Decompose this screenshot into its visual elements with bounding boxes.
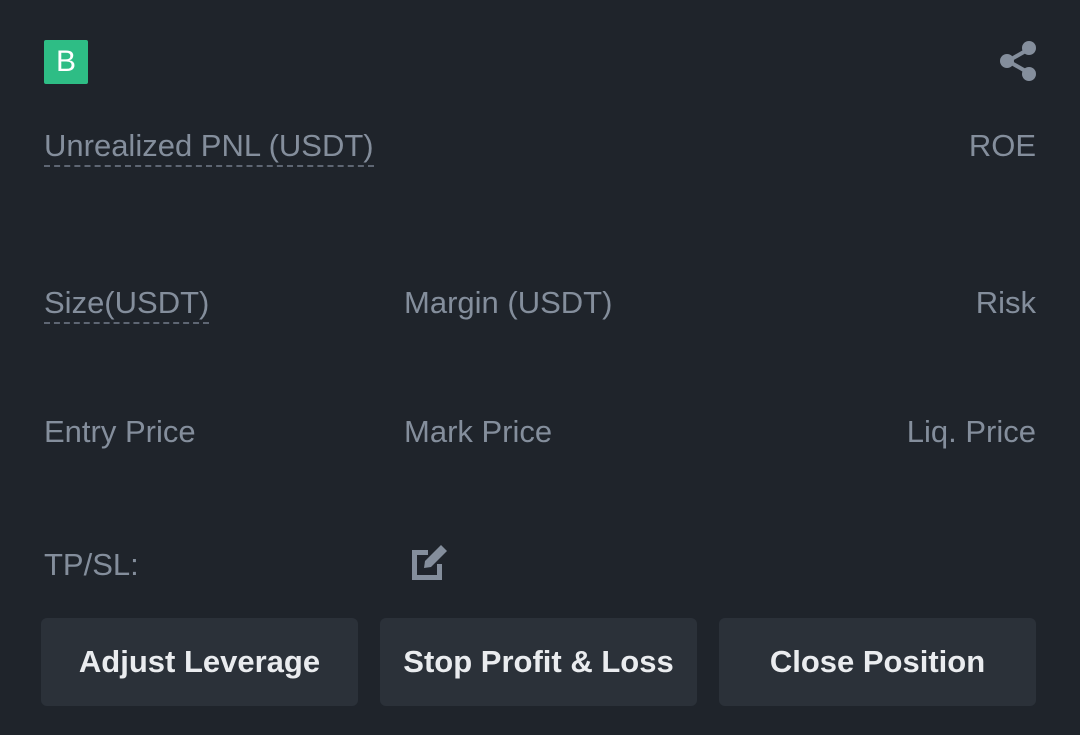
position-side-badge: B bbox=[44, 40, 88, 84]
share-icon[interactable] bbox=[996, 38, 1042, 84]
mark-price-label: Mark Price bbox=[404, 414, 553, 449]
tpsl-label: TP/SL: bbox=[44, 547, 139, 582]
position-card: B Unrealized PNL (USDT) ROE Size(USDT) M… bbox=[0, 0, 1080, 735]
risk-label: Risk bbox=[975, 285, 1036, 320]
liq-price-label: Liq. Price bbox=[906, 414, 1036, 449]
stop-profit-loss-button[interactable]: Stop Profit & Loss bbox=[380, 618, 697, 706]
unrealized-pnl-label[interactable]: Unrealized PNL (USDT) bbox=[44, 126, 374, 167]
roe-label: ROE bbox=[968, 128, 1036, 163]
size-label[interactable]: Size(USDT) bbox=[44, 283, 210, 324]
adjust-leverage-button[interactable]: Adjust Leverage bbox=[41, 618, 358, 706]
entry-price-label: Entry Price bbox=[44, 414, 196, 449]
size-text: Size(USDT) bbox=[44, 285, 210, 324]
edit-icon[interactable] bbox=[408, 542, 450, 584]
margin-label: Margin (USDT) bbox=[404, 285, 613, 320]
close-position-button[interactable]: Close Position bbox=[719, 618, 1036, 706]
unrealized-pnl-text: Unrealized PNL (USDT) bbox=[44, 128, 374, 167]
